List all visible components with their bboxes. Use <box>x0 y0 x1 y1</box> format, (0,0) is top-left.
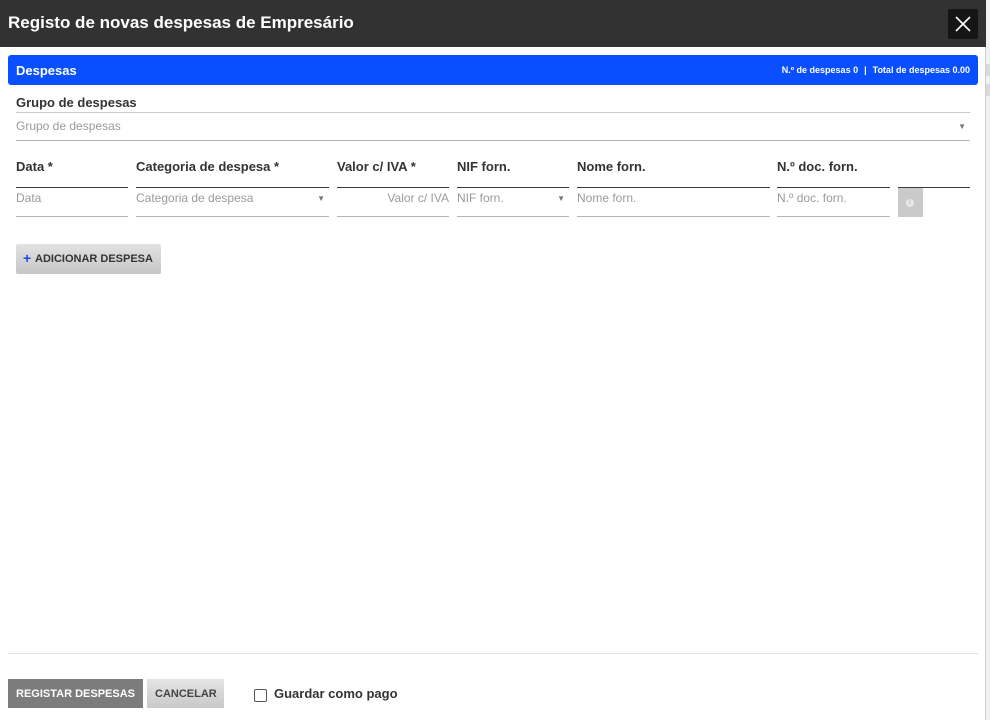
supplier-doc-input[interactable]: N.º doc. forn. <box>777 188 890 217</box>
add-expense-label: ADICIONAR DESPESA <box>35 253 153 265</box>
info-icon: i <box>906 199 914 207</box>
register-expenses-button[interactable]: REGISTAR DESPESAS <box>8 679 143 708</box>
group-divider <box>16 112 970 113</box>
cancel-label: CANCELAR <box>155 688 217 700</box>
col-header-valor: Valor c/ IVA * <box>337 159 416 174</box>
section-title: Despesas <box>16 63 77 78</box>
category-placeholder: Categoria de despesa <box>136 191 254 205</box>
cancel-button[interactable]: CANCELAR <box>147 679 224 708</box>
plus-icon: + <box>23 250 32 266</box>
background-page-edge <box>986 0 990 720</box>
value-input[interactable]: Valor c/ IVA <box>337 188 449 217</box>
dialog-titlebar: Registo de novas despesas de Empresário <box>0 0 986 47</box>
expense-stats: N.º de despesas 0 | Total de despesas 0.00 <box>782 65 970 75</box>
register-expenses-label: REGISTAR DESPESAS <box>16 688 135 700</box>
col-header-doc: N.º doc. forn. <box>777 159 858 174</box>
close-icon <box>955 16 971 32</box>
dialog-title: Registo de novas despesas de Empresário <box>8 13 354 32</box>
col-header-data: Data * <box>16 159 53 174</box>
supplier-doc-placeholder: N.º doc. forn. <box>777 191 847 205</box>
group-label: Grupo de despesas <box>16 95 137 110</box>
expenses-section-header: Despesas N.º de despesas 0 | Total de desp… <box>8 55 978 85</box>
footer-divider <box>8 653 978 654</box>
col-header-nome: Nome forn. <box>577 159 646 174</box>
close-button[interactable] <box>948 9 978 39</box>
expense-group-select[interactable]: Grupo de despesas ▼ <box>16 116 970 141</box>
chevron-down-icon: ▼ <box>958 122 966 131</box>
background-mark <box>986 64 990 76</box>
mark-paid-checkbox[interactable] <box>254 689 267 702</box>
supplier-name-input[interactable]: Nome forn. <box>577 188 770 217</box>
supplier-nif-placeholder: NIF forn. <box>457 191 504 205</box>
stats-separator: | <box>864 65 867 75</box>
expense-group-placeholder: Grupo de despesas <box>16 119 121 133</box>
chevron-down-icon: ▼ <box>317 194 325 203</box>
expense-count: N.º de despesas 0 <box>781 65 859 75</box>
date-input[interactable]: Data <box>16 188 128 217</box>
col-header-categoria: Categoria de despesa * <box>136 159 280 174</box>
mark-paid-label: Guardar como pago <box>274 686 398 701</box>
expense-dialog: Registo de novas despesas de Empresário … <box>0 0 986 720</box>
value-placeholder: Valor c/ IVA <box>387 191 449 205</box>
add-expense-button[interactable]: + ADICIONAR DESPESA <box>16 244 161 274</box>
expense-total: Total de despesas 0.00 <box>872 65 970 75</box>
date-placeholder: Data <box>16 191 42 205</box>
background-mark <box>986 84 990 96</box>
chevron-down-icon: ▼ <box>557 194 565 203</box>
col-header-nif: NIF forn. <box>457 159 511 174</box>
supplier-nif-select[interactable]: NIF forn. ▼ <box>457 188 569 217</box>
supplier-name-placeholder: Nome forn. <box>577 191 637 205</box>
category-select[interactable]: Categoria de despesa ▼ <box>136 188 329 217</box>
row-info-button[interactable]: i <box>898 188 923 217</box>
